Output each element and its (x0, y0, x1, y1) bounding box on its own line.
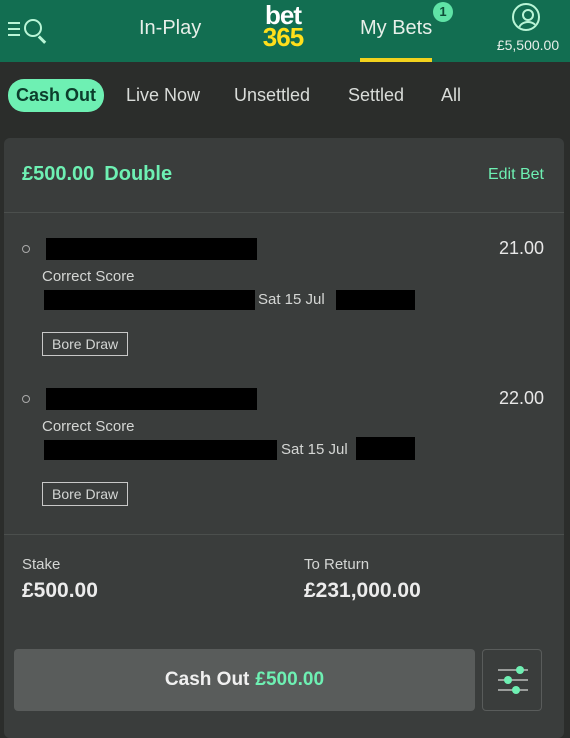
cash-out-button[interactable]: Cash Out £500.00 (14, 649, 475, 711)
menu-icon (8, 22, 20, 40)
redacted-event-time (336, 290, 415, 310)
logo-365-text: 365 (262, 22, 304, 52)
nav-in-play[interactable]: In-Play (139, 17, 201, 40)
cash-out-settings-button[interactable] (482, 649, 542, 711)
tab-live-now[interactable]: Live Now (126, 85, 200, 106)
nav-my-bets[interactable]: My Bets (360, 17, 432, 40)
account-button[interactable]: £5,500.00 (490, 0, 566, 62)
bet-card: £500.00 Double Edit Bet 21.00 Correct Sco… (4, 138, 564, 738)
redacted-event-time (356, 437, 415, 460)
bet-filter-tabs: Cash Out Live Now Unsettled Settled All (0, 62, 570, 134)
stake-label: Stake (22, 556, 61, 573)
selection-market: Correct Score (42, 418, 135, 435)
bet-title: £500.00 Double (22, 163, 172, 186)
selection-market: Correct Score (42, 268, 135, 285)
bet-type: Double (104, 163, 173, 185)
redacted-event-name (44, 290, 255, 310)
redacted-selection-name (46, 388, 257, 410)
account-icon (512, 3, 540, 31)
redacted-event-name (44, 440, 277, 460)
selection-status-icon (22, 395, 30, 403)
redacted-selection-name (46, 238, 257, 260)
selection-score-label: Bore Draw (42, 332, 129, 356)
selection-score-label: Bore Draw (42, 482, 129, 506)
summary-divider (4, 534, 564, 535)
selection-status-icon (22, 245, 30, 253)
cash-out-amount: £500.00 (255, 669, 325, 690)
account-balance: £5,500.00 (496, 37, 560, 53)
tab-settled[interactable]: Settled (348, 85, 404, 106)
edit-bet-link[interactable]: Edit Bet (488, 166, 544, 184)
tab-cash-out[interactable]: Cash Out (8, 79, 105, 112)
tab-all[interactable]: All (441, 85, 461, 106)
search-icon-handle (38, 35, 47, 44)
menu-search-button[interactable] (8, 16, 52, 44)
my-bets-count-badge: 1 (433, 2, 453, 22)
selection-odds: 22.00 (498, 388, 544, 408)
top-header: In-Play bet 365 My Bets 1 £5,500.00 (0, 0, 570, 62)
tab-unsettled[interactable]: Unsettled (234, 85, 310, 106)
bet-header: £500.00 Double Edit Bet (4, 138, 564, 213)
return-label: To Return (304, 556, 370, 573)
bet-stake-amount: £500.00 (22, 163, 95, 185)
selection-odds: 21.00 (498, 238, 544, 258)
return-value: £231,000.00 (304, 579, 421, 602)
stake-value: £500.00 (22, 579, 98, 602)
event-date: Sat 15 Jul (281, 441, 348, 458)
cash-out-label: Cash Out (164, 669, 250, 690)
event-date: Sat 15 Jul (258, 291, 325, 308)
brand-logo[interactable]: bet 365 (258, 2, 308, 52)
